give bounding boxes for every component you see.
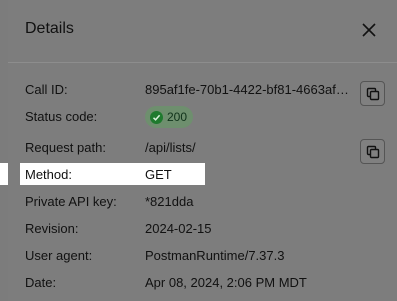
user-agent-value: PostmanRuntime/7.37.3 xyxy=(145,248,285,263)
request-path-value: /api/lists/ xyxy=(145,140,196,155)
status-code-label: Status code: xyxy=(25,109,98,124)
check-circle-icon xyxy=(150,110,163,124)
call-id-row: Call ID: 895af1fe-70b1-4422-bf81-4663af7… xyxy=(8,79,397,103)
details-title: Details xyxy=(25,20,74,37)
call-id-label: Call ID: xyxy=(25,82,68,97)
date-value: Apr 08, 2024, 2:06 PM MDT xyxy=(145,275,307,290)
method-value: GET xyxy=(145,167,172,182)
status-code-value: 200 xyxy=(167,110,188,124)
revision-label: Revision: xyxy=(25,221,79,236)
copy-request-path-button[interactable] xyxy=(360,139,385,164)
close-icon xyxy=(362,23,376,37)
status-code-row: Status code: 200 xyxy=(8,106,397,130)
details-panel: Details Call ID: 895af1fe-70b1-4422-bf81… xyxy=(8,0,397,301)
method-label: Method: xyxy=(25,167,72,182)
date-label: Date: xyxy=(25,275,57,290)
details-header: Details xyxy=(8,0,397,62)
status-badge: 200 xyxy=(145,106,194,128)
private-api-key-value: *821dda xyxy=(145,194,194,209)
user-agent-label: User agent: xyxy=(25,248,93,263)
copy-icon xyxy=(366,87,379,100)
close-button[interactable] xyxy=(358,19,380,41)
copy-icon xyxy=(366,145,379,158)
call-id-value: 895af1fe-70b1-4422-bf81-4663af7... xyxy=(145,82,351,97)
method-row: Method: GET xyxy=(8,164,397,188)
private-api-key-label: Private API key: xyxy=(25,194,117,209)
revision-row: Revision: 2024-02-15 xyxy=(8,218,397,242)
copy-call-id-button[interactable] xyxy=(360,81,385,106)
highlight-strip xyxy=(0,163,8,185)
date-row: Date: Apr 08, 2024, 2:06 PM MDT xyxy=(8,272,397,296)
private-api-key-row: Private API key: *821dda xyxy=(8,191,397,215)
request-path-row: Request path: /api/lists/ xyxy=(8,137,397,161)
request-path-label: Request path: xyxy=(25,140,106,155)
header-divider xyxy=(8,62,397,63)
revision-value: 2024-02-15 xyxy=(145,221,212,236)
user-agent-row: User agent: PostmanRuntime/7.37.3 xyxy=(8,245,397,269)
